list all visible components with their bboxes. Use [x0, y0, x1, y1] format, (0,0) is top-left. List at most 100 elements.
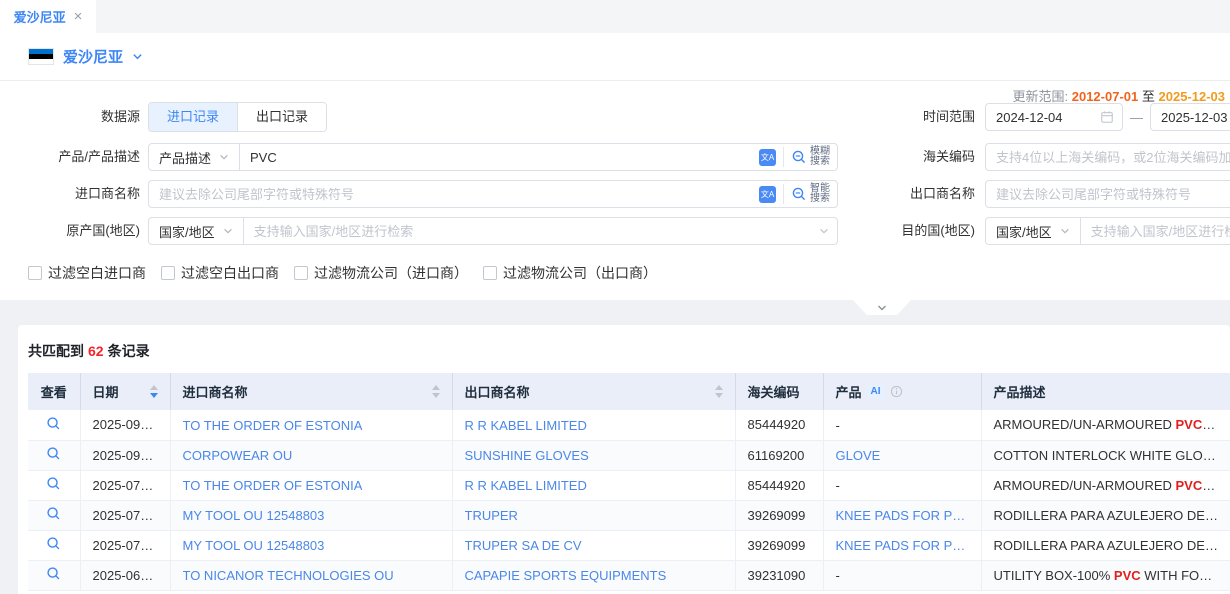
results-summary: 共匹配到62条记录 — [28, 341, 150, 361]
exporter-link[interactable]: SUNSHINE GLOVES — [465, 448, 589, 463]
data-source-label: 数据源 — [0, 103, 140, 131]
date-cell: 2025-07-10 — [80, 530, 170, 560]
exporter-link[interactable]: R R KABEL LIMITED — [465, 478, 587, 493]
hs-code-cell: 39231090 — [735, 560, 823, 590]
tab-close-icon[interactable]: × — [74, 9, 83, 24]
view-record-icon[interactable] — [46, 446, 61, 461]
result-count: 62 — [88, 343, 104, 359]
view-record-icon[interactable] — [46, 536, 61, 551]
date-from-box[interactable] — [985, 103, 1123, 131]
origin-country-select[interactable]: 国家/地区 — [149, 218, 244, 244]
hs-code-cell: 61169200 — [735, 440, 823, 470]
update-to-date: 2025-12-03 — [1159, 89, 1226, 104]
table-row: 2025-07-10 MY TOOL OU 12548803 TRUPER SA… — [28, 530, 1230, 560]
view-record-icon[interactable] — [46, 566, 61, 581]
calendar-icon — [1100, 110, 1114, 124]
importer-link[interactable]: MY TOOL OU 12548803 — [183, 538, 325, 553]
column-header-importer[interactable]: 进口商名称 — [170, 373, 452, 410]
column-header-date[interactable]: 日期 — [80, 373, 170, 410]
chevron-down-icon — [132, 51, 143, 62]
view-record-icon[interactable] — [46, 416, 61, 431]
country-name: 爱沙尼亚 — [63, 46, 123, 67]
translate-icon[interactable]: 文A — [759, 186, 776, 203]
checkbox-filter-blank-exporter[interactable]: 过滤空白出口商 — [161, 263, 279, 283]
sort-icons[interactable] — [142, 385, 158, 398]
checkbox-filter-blank-importer[interactable]: 过滤空白进口商 — [28, 263, 146, 283]
date-cell: 2025-09-30 — [80, 410, 170, 440]
view-record-icon[interactable] — [46, 506, 61, 521]
product-label: 产品/产品描述 — [0, 143, 140, 171]
chevron-down-icon — [223, 226, 233, 236]
collapse-panel-button[interactable] — [853, 300, 911, 315]
date-cell: 2025-07-22 — [80, 470, 170, 500]
chevron-down-icon — [819, 226, 829, 236]
exporter-link[interactable]: R R KABEL LIMITED — [465, 418, 587, 433]
column-header-exporter[interactable]: 出口商名称 — [452, 373, 735, 410]
sort-icons[interactable] — [707, 385, 723, 398]
estonia-flag-icon — [28, 48, 54, 65]
country-selector[interactable]: 爱沙尼亚 — [28, 46, 143, 67]
importer-link[interactable]: MY TOOL OU 12548803 — [183, 508, 325, 523]
hs-code-cell: 85444920 — [735, 410, 823, 440]
product-tag-link[interactable]: KNEE PADS FOR PVC T... — [836, 538, 969, 553]
table-row: 2025-06-26 TO NICANOR TECHNOLOGIES OU CA… — [28, 560, 1230, 590]
date-cell: 2025-06-26 — [80, 560, 170, 590]
destination-country-select[interactable]: 国家/地区 — [986, 218, 1081, 244]
origin-country-label: 原产国(地区) — [0, 217, 140, 245]
hs-code-input[interactable] — [985, 143, 1230, 171]
destination-country-input[interactable] — [1081, 218, 1230, 244]
hs-code-cell: 39269099 — [735, 530, 823, 560]
fuzzy-search-button[interactable]: 模糊 搜索 — [791, 147, 830, 167]
importer-link[interactable]: CORPOWEAR OU — [183, 448, 293, 463]
importer-link[interactable]: TO NICANOR TECHNOLOGIES OU — [183, 568, 394, 583]
results-panel: 共匹配到62条记录 查看 日期 进口商名称 — [18, 325, 1230, 594]
importer-label: 进口商名称 — [0, 180, 140, 208]
hs-code-cell: 39269099 — [735, 500, 823, 530]
checkbox-icon — [294, 266, 308, 280]
info-icon[interactable] — [890, 385, 903, 398]
column-header-view: 查看 — [28, 373, 80, 410]
importer-link[interactable]: TO THE ORDER OF ESTONIA — [183, 478, 363, 493]
date-cell: 2025-07-10 — [80, 500, 170, 530]
chevron-down-icon — [219, 152, 229, 162]
checkbox-icon — [28, 266, 42, 280]
date-to-box[interactable] — [1150, 103, 1230, 131]
description-cell: COTTON INTERLOCK WHITE GLOVES... — [981, 440, 1230, 470]
exporter-name-input[interactable] — [985, 180, 1230, 208]
importer-link[interactable]: TO THE ORDER OF ESTONIA — [183, 418, 363, 433]
product-tag-link[interactable]: GLOVE — [836, 448, 881, 463]
search-icon — [791, 186, 807, 202]
divider — [783, 184, 784, 204]
origin-country-input[interactable] — [244, 218, 819, 244]
import-records-button[interactable]: 进口记录 — [149, 103, 237, 131]
table-row: 2025-07-22 TO THE ORDER OF ESTONIA R R K… — [28, 470, 1230, 500]
exporter-link[interactable]: TRUPER SA DE CV — [465, 538, 582, 553]
importer-name-input[interactable] — [149, 181, 752, 207]
checkbox-filter-logistics-exporter[interactable]: 过滤物流公司（出口商） — [483, 263, 657, 283]
smart-search-button[interactable]: 智能 搜索 — [791, 184, 830, 204]
date-from-input[interactable] — [996, 110, 1094, 125]
date-cell: 2025-09-08 — [80, 440, 170, 470]
date-to-input[interactable] — [1161, 110, 1230, 125]
translate-icon[interactable]: 文A — [759, 149, 776, 166]
exporter-link[interactable]: TRUPER — [465, 508, 518, 523]
product-tag-link[interactable]: KNEE PADS FOR PVC T... — [836, 508, 969, 523]
sort-icons[interactable] — [424, 385, 440, 398]
table-header-row: 查看 日期 进口商名称 出口商名称 海关编码 — [28, 373, 1230, 410]
divider — [0, 80, 1230, 81]
exporter-link[interactable]: CAPAPIE SPORTS EQUIPMENTS — [465, 568, 667, 583]
product-search-input[interactable] — [240, 144, 752, 170]
description-cell: RODILLERA PARA AZULEJERO DE PVC — [981, 530, 1230, 560]
tab-estonia[interactable]: 爱沙尼亚 × — [0, 0, 96, 33]
table-row: 2025-07-10 MY TOOL OU 12548803 TRUPER 39… — [28, 500, 1230, 530]
description-cell: RODILLERA PARA AZULEJERO DE PVC — [981, 500, 1230, 530]
chevron-down-icon — [876, 302, 888, 314]
column-header-hs-code: 海关编码 — [735, 373, 823, 410]
view-record-icon[interactable] — [46, 476, 61, 491]
divider — [783, 147, 784, 167]
product-tag-link: - — [836, 418, 840, 433]
checkbox-filter-logistics-importer[interactable]: 过滤物流公司（进口商） — [294, 263, 468, 283]
export-records-button[interactable]: 出口记录 — [237, 103, 326, 131]
product-type-select[interactable]: 产品描述 — [149, 144, 240, 170]
filter-checkbox-row: 过滤空白进口商 过滤空白出口商 过滤物流公司（进口商） 过滤物流公司（出口商） — [28, 263, 657, 283]
